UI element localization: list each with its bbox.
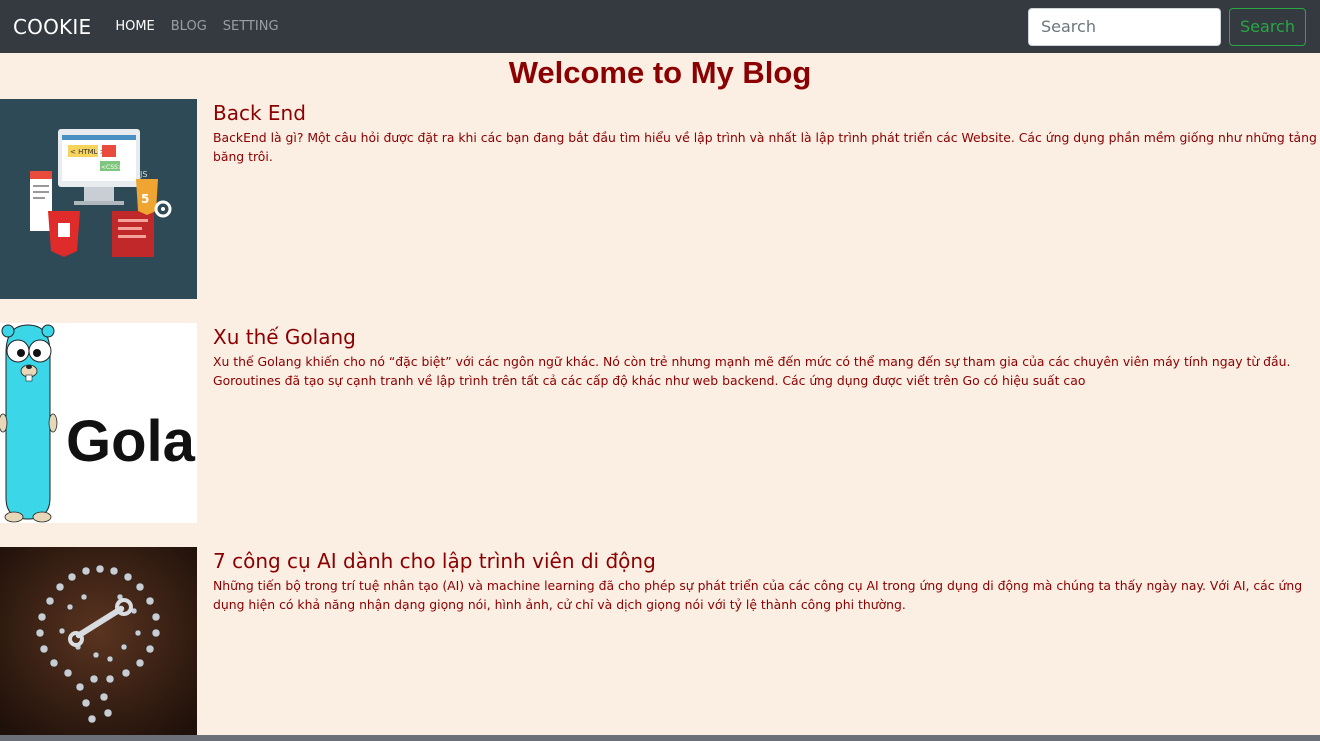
css-label: <CSS>	[101, 164, 123, 171]
post-thumbnail-backend[interactable]: < HTML > <CSS> 5 JS	[0, 99, 197, 299]
search-input[interactable]	[1028, 7, 1221, 46]
nav-link-blog[interactable]: BLOG	[171, 19, 207, 34]
post-excerpt: Những tiến bộ trong trí tuệ nhân tạo (AI…	[213, 578, 1303, 612]
js-five-label: 5	[141, 192, 149, 206]
navbar: COOKIE HOME BLOG SETTING Search	[0, 0, 1320, 53]
post-card: Golang Xu thế Golang Xu thế Golang khiến…	[0, 323, 1320, 523]
post-title[interactable]: Xu thế Golang	[213, 325, 356, 349]
nav-link-setting[interactable]: SETTING	[223, 19, 279, 34]
post-thumbnail-golang[interactable]: Golang	[0, 323, 197, 523]
post-title[interactable]: Back End	[213, 101, 306, 125]
post-thumbnail-ai[interactable]	[0, 547, 197, 735]
post-card: 7 công cụ AI dành cho lập trình viên di …	[0, 547, 1320, 741]
js-label: JS	[139, 170, 147, 179]
search-button[interactable]: Search	[1229, 7, 1306, 46]
post-title[interactable]: 7 công cụ AI dành cho lập trình viên di …	[213, 549, 656, 573]
post-excerpt: BackEnd là gì? Một câu hỏi được đặt ra k…	[213, 130, 1317, 164]
post-excerpt: Xu thế Golang khiến cho nó “đặc biệt” vớ…	[213, 354, 1291, 388]
search-form: Search	[1028, 7, 1306, 46]
html-label: < HTML >	[70, 148, 106, 156]
bottom-edge	[0, 735, 1320, 741]
page-title: Welcome to My Blog	[508, 55, 812, 90]
golang-wordmark: Golang	[66, 409, 197, 474]
nav-link-home[interactable]: HOME	[115, 19, 154, 34]
brand-logo[interactable]: COOKIE	[13, 15, 91, 39]
post-card: < HTML > <CSS> 5 JS Back End BackEnd là …	[0, 99, 1320, 299]
